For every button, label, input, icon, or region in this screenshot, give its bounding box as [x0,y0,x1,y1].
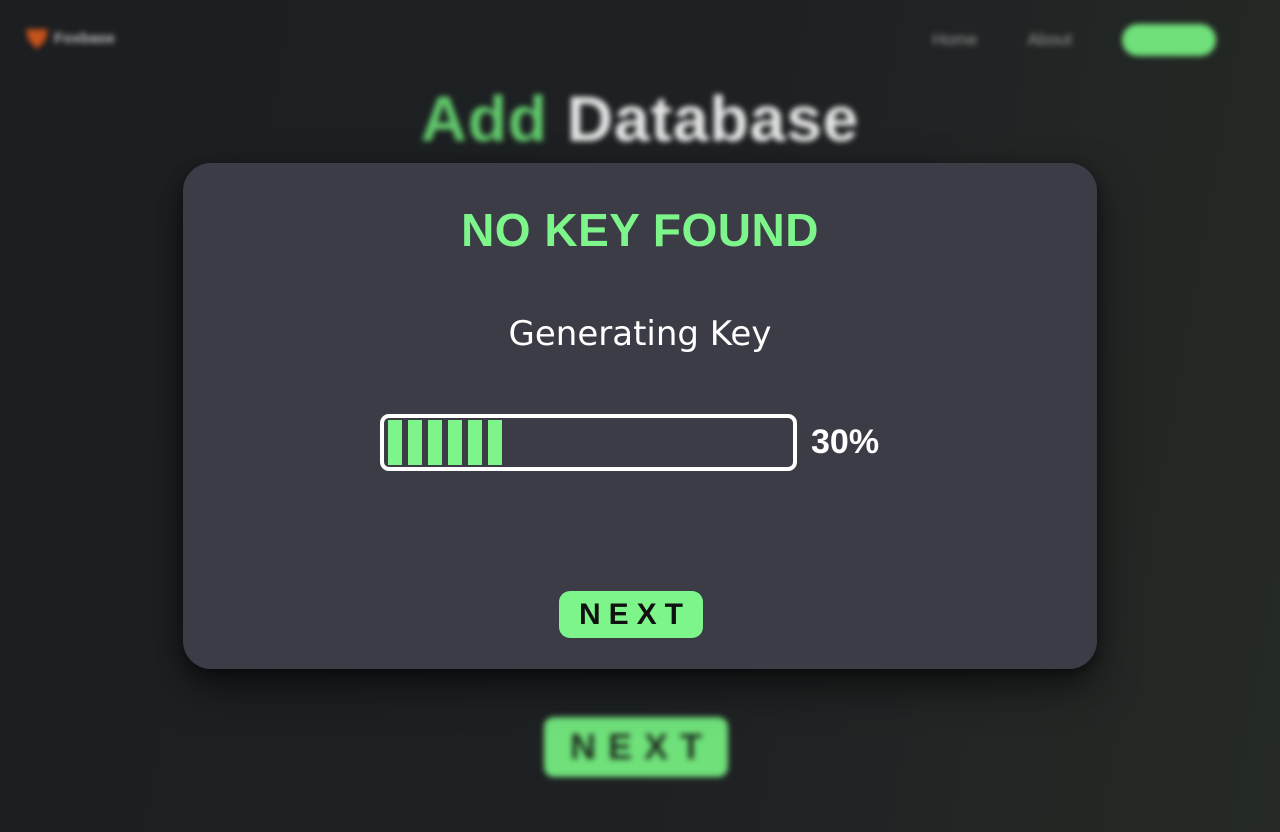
progress-track [380,414,797,471]
nav-cta-button[interactable]: Sign In [1122,24,1216,56]
page-title: Add Database [0,82,1280,156]
page-title-rest: Database [566,83,860,155]
key-progress: 30% [380,414,879,471]
nav-link-home[interactable]: Home [932,30,977,50]
fox-logo-icon [26,29,48,49]
dialog-subtitle: Generating Key [508,314,772,354]
next-button[interactable]: NEXT [559,591,703,638]
no-key-dialog: NO KEY FOUND Generating Key 30% NEXT [183,163,1097,669]
brand-logo[interactable]: Foxbase [26,27,115,49]
top-nav: Home About Sign In [932,24,1216,56]
page-title-accent: Add [420,83,549,155]
progress-percent: 30% [811,423,880,461]
brand-name: Foxbase [54,29,115,47]
dialog-title: NO KEY FOUND [461,204,819,256]
nav-link-about[interactable]: About [1028,30,1072,50]
background-next-button[interactable]: NEXT [544,717,728,777]
progress-fill [388,420,508,465]
